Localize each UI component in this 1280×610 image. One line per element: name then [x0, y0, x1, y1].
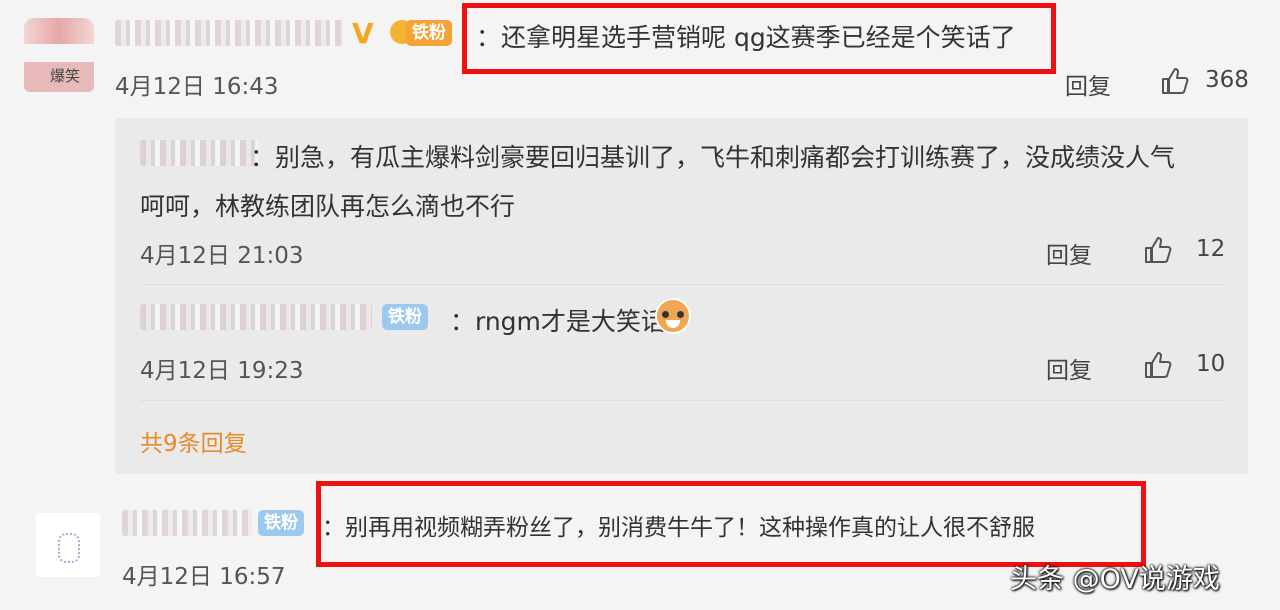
like-count: 12: [1196, 236, 1226, 262]
divider: [140, 400, 1226, 401]
like-count: 368: [1205, 67, 1249, 93]
like-icon[interactable]: [1143, 351, 1173, 379]
reply-button[interactable]: 回复: [1046, 351, 1092, 385]
reply-text-line2: 呵呵，林教练团队再怎么滴也不行: [140, 192, 516, 221]
reply-username-blurred[interactable]: [140, 140, 258, 166]
reply-time: 4月12日 21:03: [140, 243, 304, 269]
avatar[interactable]: 爆笑: [24, 18, 94, 92]
watermark: 头条 @OV说游戏: [1010, 564, 1220, 595]
comment-time: 4月12日 16:57: [122, 564, 286, 590]
reply-button[interactable]: 回复: [1065, 67, 1111, 101]
highlight-box: [316, 481, 1146, 567]
like-count: 10: [1196, 351, 1226, 377]
reply-time: 4月12日 19:23: [140, 358, 304, 384]
divider: [140, 284, 1226, 285]
reply-username-blurred[interactable]: [140, 304, 372, 330]
fan-badge: 铁粉: [382, 304, 428, 330]
highlight-box: [462, 3, 1056, 74]
comment-time: 4月12日 16:43: [115, 74, 279, 100]
fan-badge: 铁粉: [258, 510, 304, 536]
username-blurred[interactable]: [115, 20, 343, 46]
username-blurred[interactable]: [122, 510, 252, 536]
avatar[interactable]: [36, 513, 100, 577]
fan-badge: 铁粉: [406, 20, 452, 46]
like-icon[interactable]: [1160, 67, 1190, 95]
more-replies-link[interactable]: 共9条回复: [140, 424, 247, 458]
cat-emoji-icon: [655, 298, 691, 334]
avatar-label: 爆笑: [50, 67, 81, 85]
reply-text: ：rngm才是大笑话: [450, 307, 666, 336]
like-icon[interactable]: [1143, 236, 1173, 264]
verified-v-icon: V: [352, 17, 374, 50]
reply-text-line1: ：别急，有瓜主爆料剑豪要回归基训了，飞牛和刺痛都会打训练赛了，没成绩没人气: [250, 143, 1176, 172]
reply-button[interactable]: 回复: [1046, 236, 1092, 270]
